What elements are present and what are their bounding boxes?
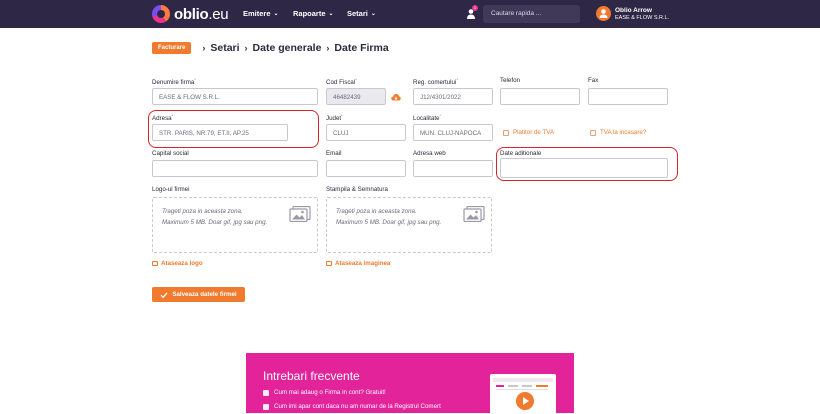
attach-logo-link[interactable]: Ataseaza logo (152, 260, 203, 267)
image-icon (289, 206, 311, 222)
denumire-firma-field[interactable]: EASE & FLOW S.R.L. (152, 88, 318, 105)
stampila-title: Stampila & Semnatura (326, 186, 388, 193)
denumire-label: Denumire firma* (152, 77, 196, 87)
platitor-tva-checkbox[interactable]: Platitor de TVA (503, 129, 554, 136)
attach-image-label: Ataseaza imaginea (335, 260, 391, 267)
logo-drop-line2: Maximum 5 MB. Doar gif, jpg sau png. (162, 219, 268, 226)
tva-incasare-checkbox[interactable]: TVA la incasare? (590, 129, 646, 136)
chevron-down-icon: ⌄ (328, 11, 334, 17)
logo-icon (152, 5, 170, 23)
email-field[interactable] (326, 160, 406, 177)
logo-title: Logo-ul firmei (152, 186, 190, 193)
judet-field[interactable]: CLUJ (326, 124, 406, 141)
breadcrumb-separator: › (244, 43, 248, 53)
save-company-button[interactable]: Salveaza datele firmei (152, 287, 245, 302)
localitate-field[interactable]: MUN. CLUJ-NAPOCA (413, 124, 493, 141)
breadcrumb-date-generale[interactable]: Date generale (253, 42, 322, 54)
faq-title: Intrebari frecvente (263, 369, 360, 383)
image-icon (463, 206, 485, 222)
play-icon[interactable] (516, 392, 534, 410)
user-avatar[interactable] (596, 6, 611, 21)
cod-fiscal-field[interactable]: 46482439 (326, 88, 386, 105)
save-company-label: Salveaza datele firmei (172, 291, 237, 298)
highlight-ring (148, 110, 319, 148)
adresa-web-label: Adresa web (413, 150, 446, 157)
email-label: Email (326, 150, 342, 157)
checkbox-icon (590, 129, 596, 136)
nav-emitere-label: Emitere (243, 9, 271, 18)
fax-label: Fax (588, 77, 599, 84)
breadcrumb-date-firma: Date Firma (334, 42, 389, 54)
image-small-icon (326, 261, 332, 266)
breadcrumb-separator: › (326, 43, 330, 53)
fax-field[interactable] (588, 88, 668, 105)
nav-rapoarte[interactable]: Rapoarte ⌄ (293, 9, 334, 18)
logo-suffix: .eu (208, 5, 229, 23)
oblio-logo[interactable]: oblio.eu (152, 5, 229, 23)
user-company: EASE & FLOW S.R.L. (615, 15, 670, 21)
faq-question[interactable]: Cum mai adaug o Firma in cont? Gratuit! (263, 389, 386, 396)
capital-social-label: Capital social (152, 150, 189, 157)
adresa-web-field[interactable] (413, 160, 493, 177)
breadcrumb-badge-facturare[interactable]: Facturare (152, 42, 192, 54)
localitate-label: Localitate* (413, 113, 442, 123)
capital-social-field[interactable] (152, 160, 318, 177)
breadcrumb-setari[interactable]: Setari (210, 42, 239, 54)
quick-search-input[interactable]: Cautare rapida ... (483, 5, 580, 23)
logo-main: oblio (174, 5, 209, 23)
breadcrumb-separator: › (202, 43, 206, 53)
highlight-ring (496, 147, 678, 181)
faq-video-thumbnail[interactable] (490, 374, 556, 414)
stampila-drop-line2: Maximum 5 MB. Doar gif, jpg sau png. (336, 219, 442, 226)
chevron-down-icon: ⌄ (273, 11, 279, 17)
attach-image-link[interactable]: Ataseaza imaginea (326, 260, 390, 267)
image-small-icon (152, 261, 158, 266)
reg-comertului-field[interactable]: J12/4301/2022 (413, 88, 493, 105)
telefon-field[interactable] (500, 88, 580, 105)
top-navbar: oblio.eu Emitere ⌄ Rapoarte ⌄ Setari ⌄ 1 Ca… (0, 0, 820, 28)
chevron-down-icon: ⌄ (370, 11, 376, 17)
attach-logo-label: Ataseaza logo (161, 260, 203, 267)
question-icon (263, 389, 269, 396)
faq-banner: Intrebari frecvente Cum mai adaug o Firm… (246, 353, 574, 414)
notification-badge: 1 (472, 5, 478, 11)
nav-setari-label: Setari (347, 9, 368, 18)
tva-incasare-label: TVA la incasare? (600, 129, 647, 136)
judet-label: Judet* (326, 113, 343, 123)
nav-emitere[interactable]: Emitere ⌄ (243, 9, 279, 18)
user-icon (599, 9, 608, 18)
logo-drop-line1: Trageti poza in aceasta zona. (162, 208, 243, 215)
checkbox-icon (503, 129, 509, 136)
cloud-download-icon[interactable] (391, 93, 401, 101)
telefon-label: Telefon (500, 77, 520, 84)
breadcrumb: Facturare › Setari › Date generale › Dat… (152, 42, 389, 54)
cod-fiscal-label: Cod Fiscal* (326, 77, 357, 87)
user-name[interactable]: Oblio Arrow (615, 7, 652, 14)
stampila-drop-line1: Trageti poza in aceasta zona. (336, 208, 417, 215)
platitor-tva-label: Platitor de TVA (513, 129, 555, 136)
nav-rapoarte-label: Rapoarte (293, 9, 326, 18)
nav-setari[interactable]: Setari ⌄ (347, 9, 376, 18)
check-icon (160, 291, 168, 298)
reg-comertului-label: Reg. comertului* (413, 77, 458, 87)
